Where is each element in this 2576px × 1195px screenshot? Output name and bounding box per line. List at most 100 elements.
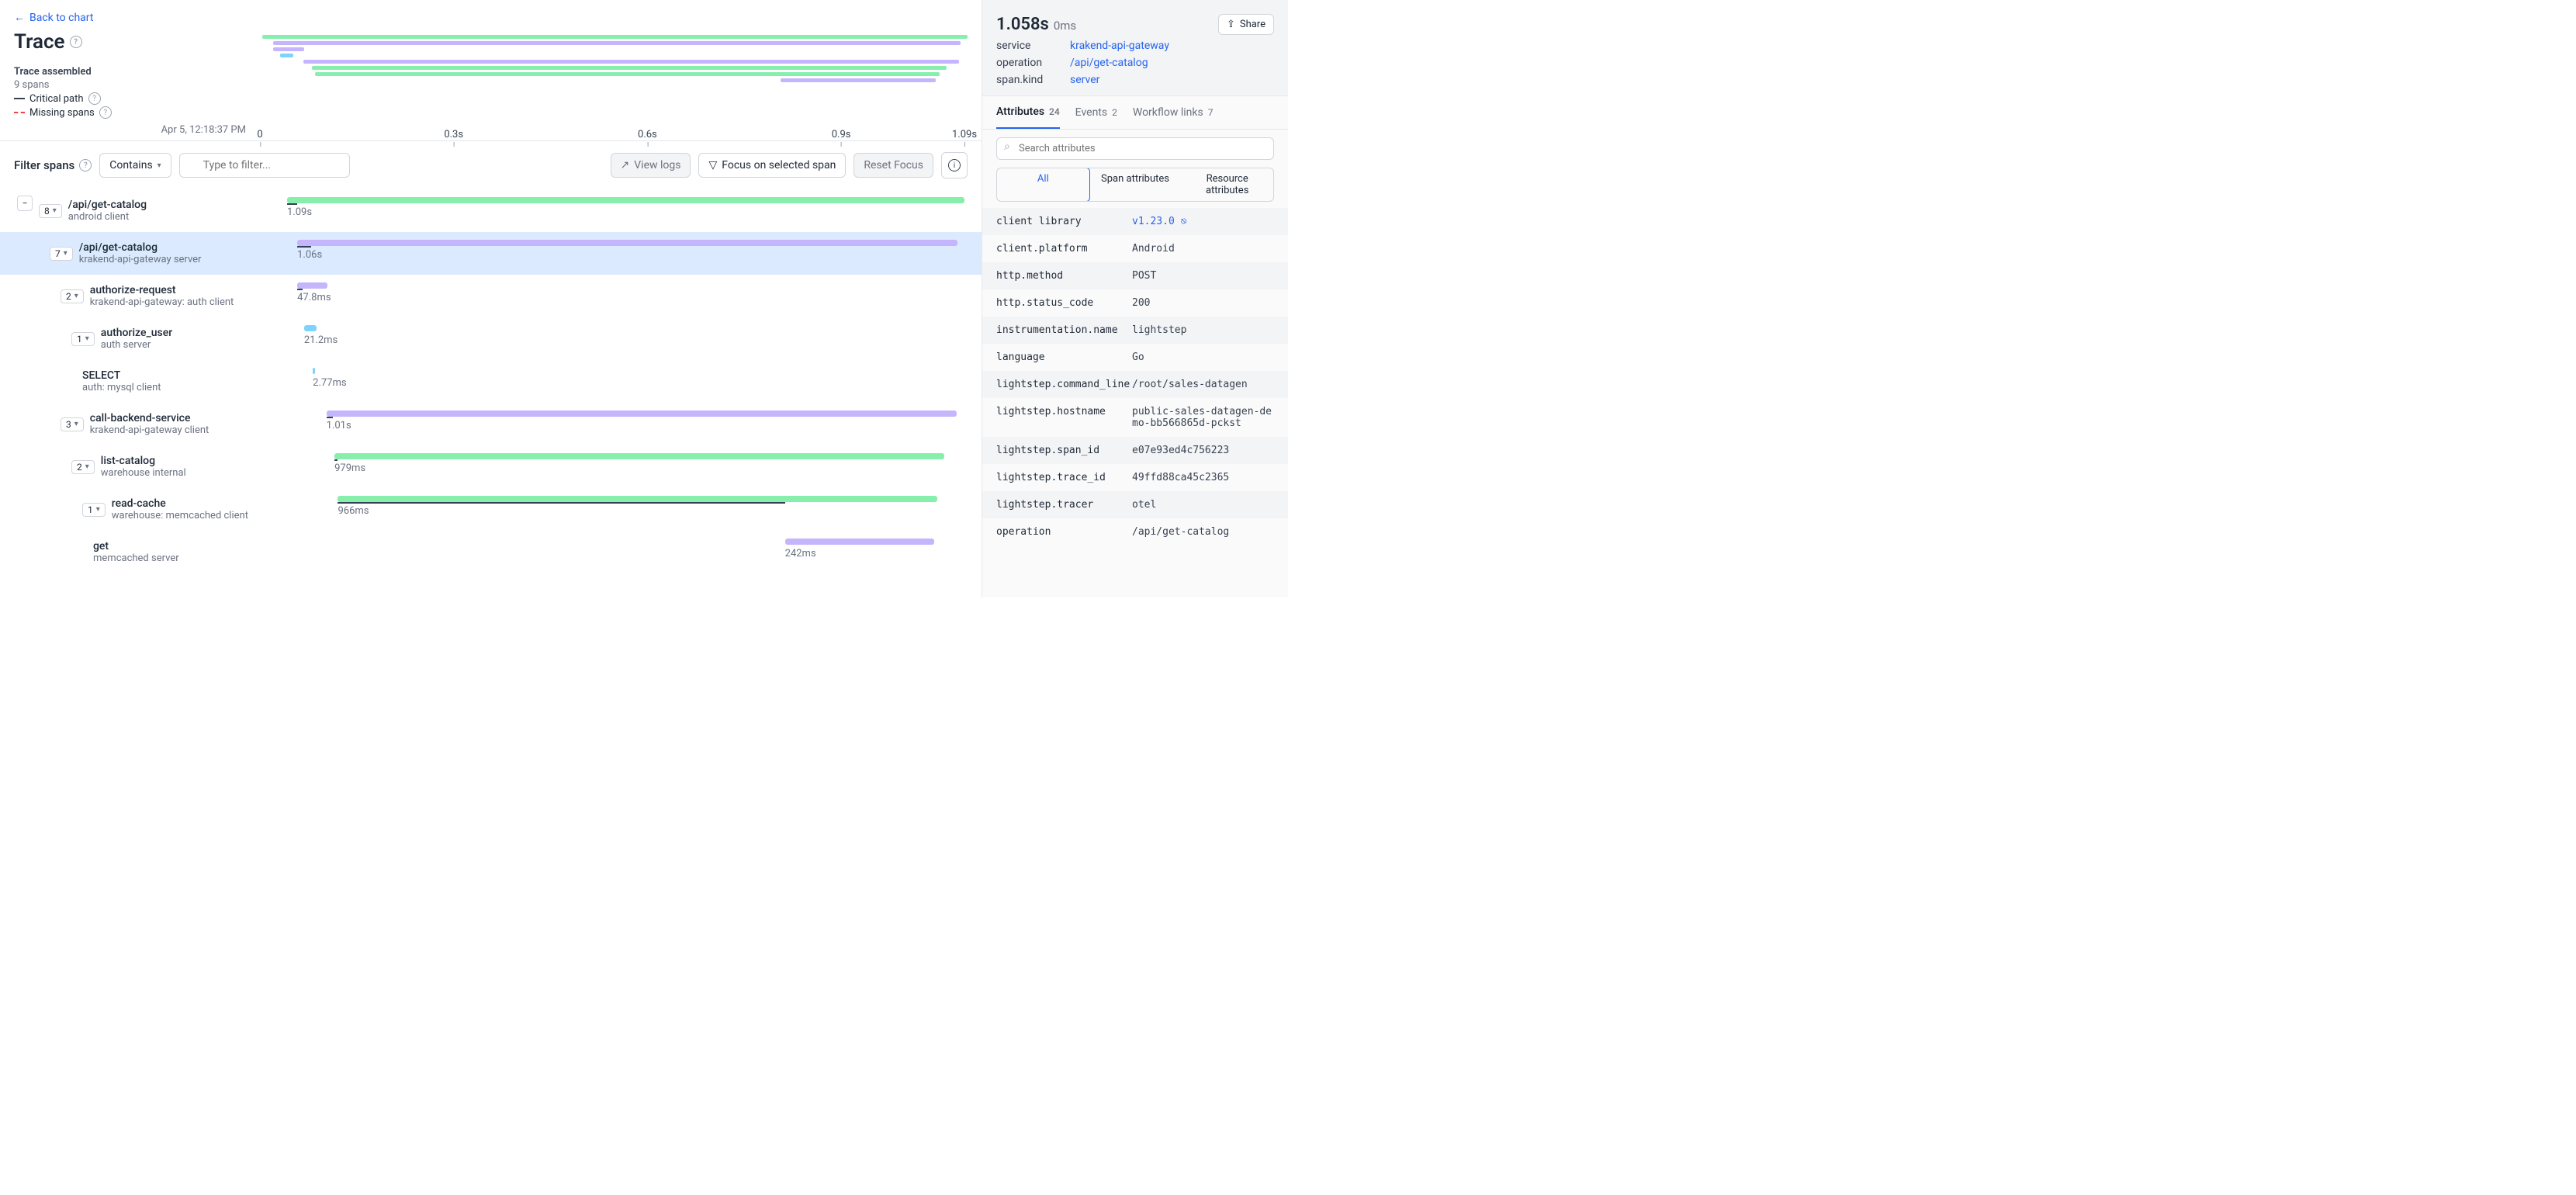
attribute-value: 49ffd88ca45c2365 — [1132, 472, 1274, 483]
help-icon[interactable]: ? — [70, 36, 82, 48]
critical-path-legend: Critical path ? — [14, 92, 247, 105]
service-link[interactable]: krakend-api-gateway — [1070, 40, 1169, 52]
attribute-search-input[interactable] — [996, 137, 1274, 160]
span-row[interactable]: 8 ▾ /api/get-catalogandroid client 1.09s — [0, 189, 982, 232]
contains-select[interactable]: Contains▾ — [99, 153, 171, 178]
attribute-key: http.status_code — [996, 297, 1132, 309]
tab-workflow-links[interactable]: Workflow links7 — [1133, 96, 1214, 129]
attribute-row: instrumentation.namelightstep — [982, 317, 1288, 344]
page-title: Trace ? — [14, 30, 247, 54]
span-duration: 1.058s0ms — [996, 15, 1076, 34]
share-button[interactable]: ⇪Share — [1218, 14, 1274, 35]
info-icon: i — [948, 159, 961, 171]
span-duration-label: 1.09s — [287, 206, 312, 218]
chevron-down-icon: ▾ — [85, 462, 89, 471]
attribute-key: lightstep.tracer — [996, 499, 1132, 511]
child-count-badge[interactable]: 1 ▾ — [71, 332, 95, 346]
chevron-down-icon: ▾ — [74, 420, 78, 428]
chevron-down-icon: ▾ — [85, 334, 89, 343]
child-count-badge[interactable]: 2 ▾ — [61, 289, 84, 303]
trace-assembled-label: Trace assembled — [14, 66, 247, 78]
attribute-value: /api/get-catalog — [1132, 526, 1274, 538]
attribute-row: http.methodPOST — [982, 262, 1288, 289]
span-row[interactable]: getmemcached server242ms — [0, 531, 982, 573]
github-icon: ⎋ — [1181, 216, 1187, 227]
attribute-key: lightstep.span_id — [996, 445, 1132, 456]
attribute-row: lightstep.command_line/root/sales-datage… — [982, 371, 1288, 398]
attribute-row: lightstep.tracerotel — [982, 491, 1288, 518]
attribute-value: Go — [1132, 352, 1274, 363]
tab-attributes[interactable]: Attributes24 — [996, 96, 1060, 129]
span-service: warehouse: memcached client — [112, 510, 248, 521]
span-service: android client — [68, 211, 147, 223]
attribute-value: Android — [1132, 243, 1274, 255]
pill-span-attributes[interactable]: Span attributes — [1089, 168, 1182, 201]
time-axis: 0 0.3s 0.6s 0.9s 1.09s — [260, 119, 964, 140]
chevron-down-icon: ▾ — [74, 292, 78, 300]
view-logs-button[interactable]: ↗ View logs — [611, 153, 691, 178]
external-link-icon: ↗ — [621, 159, 630, 171]
filter-input[interactable] — [179, 153, 350, 178]
back-link-label: Back to chart — [29, 12, 93, 24]
chevron-down-icon: ▾ — [96, 505, 100, 514]
span-row[interactable]: 2 ▾list-catalogwarehouse internal979ms — [0, 445, 982, 488]
span-name: authorize-request — [90, 284, 234, 296]
span-duration-label: 1.06s — [297, 249, 322, 261]
span-duration-label: 1.01s — [327, 420, 351, 431]
pill-all[interactable]: All — [996, 168, 1090, 202]
attribute-value: public-sales-datagen-demo-bb566865d-pcks… — [1132, 406, 1274, 429]
span-duration-label: 2.77ms — [313, 377, 346, 389]
reset-focus-button[interactable]: Reset Focus — [853, 153, 933, 178]
help-icon[interactable]: ? — [88, 92, 101, 105]
span-duration-label: 21.2ms — [304, 334, 338, 346]
child-count-badge[interactable]: 2 ▾ — [71, 460, 95, 474]
child-count-badge[interactable]: 3 ▾ — [61, 417, 84, 431]
span-row[interactable]: 7 ▾ /api/get-catalogkrakend-api-gateway s… — [0, 232, 982, 275]
back-to-chart-link[interactable]: ← Back to chart — [0, 0, 982, 24]
spankind-link[interactable]: server — [1070, 74, 1099, 86]
span-name: SELECT — [82, 369, 161, 382]
span-row[interactable]: 2 ▾authorize-requestkrakend-api-gateway:… — [0, 275, 982, 317]
span-name: /api/get-catalog — [79, 241, 202, 254]
attribute-key: instrumentation.name — [996, 324, 1132, 336]
child-count-badge[interactable]: 8 ▾ — [39, 204, 62, 218]
span-row[interactable]: 1 ▾read-cachewarehouse: memcached client… — [0, 488, 982, 531]
span-service: krakend-api-gateway server — [79, 254, 202, 265]
attribute-key: lightstep.trace_id — [996, 472, 1132, 483]
span-name: get — [93, 540, 179, 552]
span-service: auth server — [101, 339, 172, 351]
pill-resource-attributes[interactable]: Resource attributes — [1181, 168, 1273, 201]
help-icon[interactable]: ? — [99, 106, 112, 119]
attribute-key: lightstep.command_line — [996, 379, 1132, 390]
attribute-key: client.platform — [996, 243, 1132, 255]
span-row[interactable]: 1 ▾authorize_userauth server21.2ms — [0, 317, 982, 360]
operation-link[interactable]: /api/get-catalog — [1070, 57, 1148, 69]
child-count-badge[interactable]: 7 ▾ — [50, 247, 73, 261]
span-duration-label: 47.8ms — [297, 292, 331, 303]
span-count-label: 9 spans — [14, 79, 247, 91]
span-row[interactable]: SELECTauth: mysql client2.77ms — [0, 360, 982, 403]
attribute-value: otel — [1132, 499, 1274, 511]
attribute-key: client library — [996, 216, 1132, 227]
help-icon[interactable]: ? — [79, 159, 92, 171]
attribute-row: lightstep.span_ide07e93ed4c756223 — [982, 437, 1288, 464]
attribute-value[interactable]: v1.23.0 ⎋ — [1132, 216, 1274, 227]
attribute-value: e07e93ed4c756223 — [1132, 445, 1274, 456]
span-duration-label: 966ms — [338, 505, 369, 517]
info-button[interactable]: i — [941, 152, 968, 178]
missing-spans-legend: Missing spans ? — [14, 106, 247, 119]
span-name: list-catalog — [101, 455, 186, 467]
attribute-row: http.status_code200 — [982, 289, 1288, 317]
span-duration-label: 242ms — [785, 548, 816, 559]
trace-minimap[interactable] — [262, 35, 968, 81]
focus-selected-button[interactable]: ▽ Focus on selected span — [698, 153, 846, 178]
chevron-down-icon: ▾ — [64, 249, 68, 258]
span-row[interactable]: 3 ▾call-backend-servicekrakend-api-gatew… — [0, 403, 982, 445]
filter-icon: ▽ — [708, 159, 717, 171]
attribute-value: lightstep — [1132, 324, 1274, 336]
child-count-badge[interactable]: 1 ▾ — [82, 503, 106, 517]
attribute-row: operation/api/get-catalog — [982, 518, 1288, 546]
span-name: /api/get-catalog — [68, 199, 147, 211]
attribute-row: client.platformAndroid — [982, 235, 1288, 262]
tab-events[interactable]: Events2 — [1075, 96, 1117, 129]
